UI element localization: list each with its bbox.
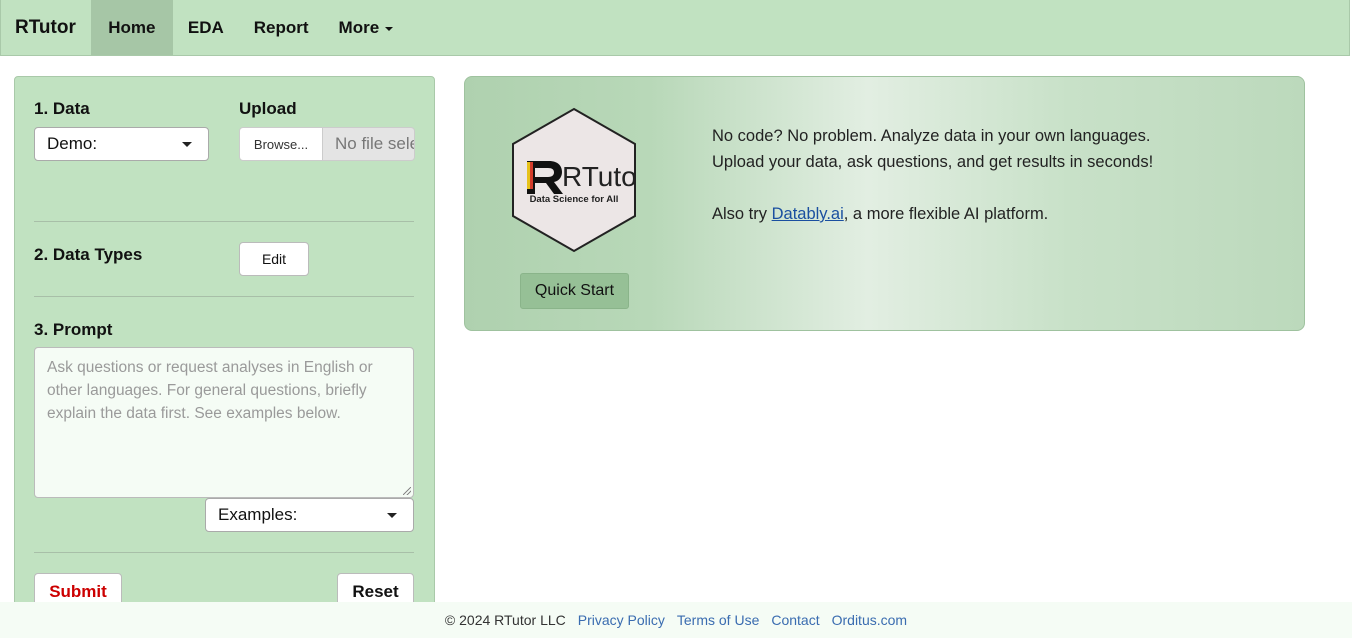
divider — [34, 296, 414, 297]
terms-of-use-link[interactable]: Terms of Use — [677, 612, 759, 628]
sidebar-panel: 1. Data Demo: Upload Browse... No file s… — [14, 76, 435, 616]
rtutor-logo: RTutor Data Science for All — [510, 107, 646, 253]
welcome-line-2: Upload your data, ask questions, and get… — [712, 153, 1154, 171]
demo-data-select[interactable]: Demo: — [34, 127, 209, 161]
upload-label: Upload — [239, 99, 297, 118]
dropdown-caret-icon — [182, 142, 192, 147]
logo-subtitle: Data Science for All — [530, 194, 619, 205]
page-footer: © 2024 RTutor LLC Privacy Policy Terms o… — [0, 602, 1352, 638]
data-types-label: 2. Data Types — [34, 245, 143, 264]
nav-report[interactable]: Report — [239, 0, 324, 55]
examples-select-value: Examples: — [218, 505, 298, 524]
also-try-line: Also try Datably.ai, a more flexible AI … — [712, 201, 1153, 227]
nav-eda-label: EDA — [187, 17, 224, 37]
welcome-text: No code? No problem. Analyze data in you… — [712, 123, 1153, 227]
nav-eda[interactable]: EDA — [173, 0, 239, 55]
orditus-link[interactable]: Orditus.com — [832, 612, 907, 628]
also-try-suffix: , a more flexible AI platform. — [843, 205, 1049, 223]
nav-home[interactable]: Home — [90, 0, 173, 55]
also-try-prefix: Also try — [712, 205, 772, 223]
prompt-placeholder: Ask questions or request analyses in Eng… — [47, 359, 373, 422]
logo-text: RTutor — [562, 161, 638, 192]
nav-more-dropdown[interactable]: More — [324, 0, 409, 55]
demo-select-value: Demo: — [47, 134, 98, 153]
examples-select[interactable]: Examples: — [205, 498, 414, 532]
contact-link[interactable]: Contact — [771, 612, 819, 628]
nav-report-label: Report — [253, 17, 309, 37]
datably-link[interactable]: Datably.ai — [772, 205, 844, 223]
welcome-line-1: No code? No problem. Analyze data in you… — [712, 127, 1151, 145]
file-upload[interactable]: Browse... No file selected — [239, 127, 415, 161]
divider — [34, 552, 414, 553]
brand-title[interactable]: RTutor — [1, 0, 91, 55]
dropdown-caret-icon — [387, 513, 397, 518]
nav-more-label: More — [338, 17, 380, 37]
logo-hexagon-icon: RTutor Data Science for All — [512, 107, 646, 253]
prompt-label: 3. Prompt — [34, 320, 113, 339]
chevron-down-icon — [385, 27, 394, 31]
top-navbar: RTutor Home EDA Report More — [0, 0, 1350, 56]
resize-handle-icon[interactable] — [403, 487, 411, 495]
browse-button[interactable]: Browse... — [239, 127, 323, 161]
copyright-text: © 2024 RTutor LLC — [444, 612, 566, 628]
welcome-panel: RTutor Data Science for All Quick Start … — [464, 76, 1305, 331]
prompt-textarea[interactable]: Ask questions or request analyses in Eng… — [34, 347, 414, 498]
quick-start-button[interactable]: Quick Start — [520, 273, 629, 309]
nav-home-label: Home — [108, 17, 156, 37]
data-section-label: 1. Data — [34, 99, 90, 118]
file-name-field[interactable]: No file selected — [323, 127, 415, 161]
divider — [34, 221, 414, 222]
edit-data-types-button[interactable]: Edit — [239, 242, 309, 276]
privacy-policy-link[interactable]: Privacy Policy — [578, 612, 665, 628]
